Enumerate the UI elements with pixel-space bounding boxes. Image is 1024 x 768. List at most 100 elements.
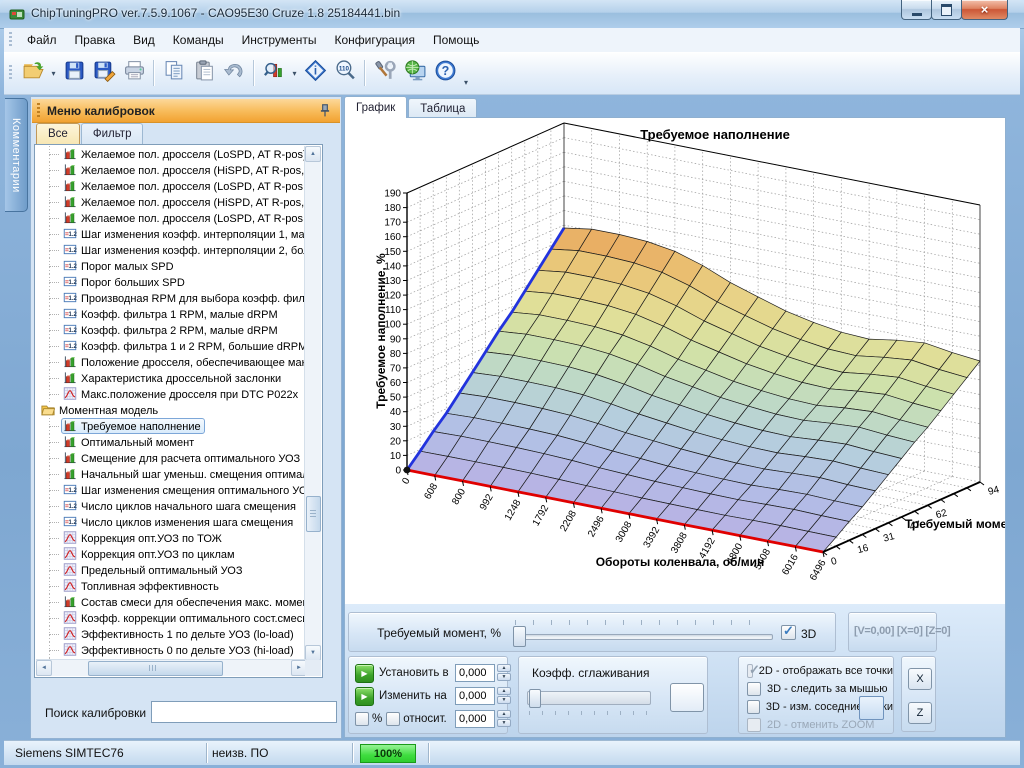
- menu-tools[interactable]: Инструменты: [233, 29, 326, 51]
- set-value-button[interactable]: ▶: [355, 664, 374, 683]
- tree-item[interactable]: =1.2Коэфф. фильтра 2 RPM, малые dRPM: [36, 322, 306, 338]
- tree-item[interactable]: =1.2Шаг изменения коэфф. интерполяции 1,…: [36, 226, 306, 242]
- menu-view[interactable]: Вид: [124, 29, 164, 51]
- tree-item[interactable]: =1.2Число циклов начального шага смещени…: [36, 498, 306, 514]
- tree-item[interactable]: =1.2Шаг изменения коэфф. интерполяции 2,…: [36, 242, 306, 258]
- tree-item[interactable]: Топливная эффективность: [36, 578, 306, 594]
- spin-up-icon[interactable]: ▲: [497, 710, 511, 718]
- comments-vertical-tab[interactable]: Комментарии: [5, 98, 28, 212]
- spin-up-icon[interactable]: ▲: [497, 687, 511, 695]
- surface-mesh[interactable]: [407, 228, 980, 552]
- view-option-checkbox-2[interactable]: [747, 700, 760, 714]
- smoothing-slider[interactable]: [527, 689, 651, 723]
- tree-item[interactable]: Желаемое пол. дросселя (HiSPD, AT R-pos,…: [36, 194, 306, 210]
- 3d-surface-plot[interactable]: 0102030405060708090100110120130140150160…: [345, 119, 1005, 603]
- axis-z-button[interactable]: Z: [908, 702, 932, 724]
- spin-down-icon[interactable]: ▼: [497, 696, 511, 704]
- maximize-button[interactable]: [931, 0, 962, 20]
- menu-file[interactable]: Файл: [18, 29, 66, 51]
- torque-slider[interactable]: [511, 618, 775, 648]
- toolbar-tools-button[interactable]: [370, 58, 400, 88]
- menu-grip[interactable]: [9, 32, 12, 48]
- toolbar-info-button[interactable]: i: [300, 58, 330, 88]
- tree-item[interactable]: Желаемое пол. дросселя (LoSPD, AT R-pos,…: [36, 178, 306, 194]
- toolbar-overflow-icon[interactable]: ▾: [460, 57, 472, 90]
- toolbar-copy-button[interactable]: [159, 58, 189, 88]
- tree-item[interactable]: Характеристика дроссельной заслонки: [36, 370, 306, 386]
- toolbar-chartview-button[interactable]: [259, 58, 289, 88]
- tree-item[interactable]: Эффективность 0 по дельте УОЗ (hi-load): [36, 642, 306, 658]
- tree-item[interactable]: =1.2Коэфф. фильтра 1 и 2 RPM, большие dR…: [36, 338, 306, 354]
- search-input[interactable]: [151, 701, 337, 723]
- torque-slider-thumb[interactable]: [513, 626, 526, 647]
- title-bar[interactable]: ChipTuningPRO ver.7.5.9.1067 - CAO95E30 …: [0, 0, 1024, 29]
- pin-icon[interactable]: [318, 103, 332, 117]
- smoothing-track[interactable]: [527, 691, 651, 705]
- tree-item[interactable]: =1.2Коэфф. фильтра 1 RPM, малые dRPM: [36, 306, 306, 322]
- 3d-checkbox[interactable]: [781, 625, 796, 640]
- set-value-field[interactable]: 0,000: [455, 664, 495, 682]
- tree-item[interactable]: =1.2Производная RPM для выбора коэфф. фи…: [36, 290, 306, 306]
- axis-x-button[interactable]: X: [908, 668, 932, 690]
- spin-down-icon[interactable]: ▼: [497, 719, 511, 727]
- tree-item[interactable]: Желаемое пол. дросселя (LoSPD, AT R-pos,…: [36, 210, 306, 226]
- tree-item[interactable]: =1.2Порог больших SPD: [36, 274, 306, 290]
- tree-item[interactable]: =1.2Порог малых SPD: [36, 258, 306, 274]
- toolbar-save-button[interactable]: [59, 58, 89, 88]
- tree-item[interactable]: Предельный оптимальный УОЗ: [36, 562, 306, 578]
- spin-up-icon[interactable]: ▲: [497, 664, 511, 672]
- scroll-up-button[interactable]: ▲: [305, 146, 321, 162]
- toolbar-open-button[interactable]: [18, 58, 48, 88]
- vertical-scrollbar-thumb[interactable]: [306, 496, 321, 532]
- main-tab-graph[interactable]: График: [344, 96, 407, 118]
- menu-configuration[interactable]: Конфигурация: [325, 29, 424, 51]
- smoothing-apply-button[interactable]: [670, 683, 704, 712]
- tree-item[interactable]: =1.2Число циклов изменения шага смещения: [36, 514, 306, 530]
- tree-item[interactable]: Состав смеси для обеспечения макс. момен…: [36, 594, 306, 610]
- toolbar-paste-button[interactable]: [189, 58, 219, 88]
- tree-item[interactable]: Коррекция опт.УОЗ по ТОЖ: [36, 530, 306, 546]
- change-value-button[interactable]: ▶: [355, 687, 374, 706]
- tree-item[interactable]: Макс.положение дросселя при DTC P022x: [36, 386, 306, 402]
- sidebar-tab-filter[interactable]: Фильтр: [81, 123, 144, 144]
- tree-item[interactable]: Эффективность 1 по дельте УОЗ (lo-load): [36, 626, 306, 642]
- toolbar-undo-button[interactable]: [219, 58, 249, 88]
- tree-item[interactable]: Оптимальный момент: [36, 434, 306, 450]
- toolbar-help-button[interactable]: ?: [430, 58, 460, 88]
- toolbar-grip[interactable]: [9, 65, 12, 81]
- tree-item[interactable]: Коррекция опт.УОЗ по циклам: [36, 546, 306, 562]
- set-value-spinner[interactable]: 0,000 ▲▼: [455, 664, 511, 684]
- relative-spinner[interactable]: 0,000 ▲▼: [455, 710, 511, 730]
- toolbar-zoom110-button[interactable]: 110: [330, 58, 360, 88]
- sidebar-header[interactable]: Меню калибровок: [32, 99, 340, 123]
- minimize-button[interactable]: [901, 0, 932, 20]
- close-button[interactable]: ×: [961, 0, 1008, 20]
- tree-horizontal-scrollbar[interactable]: ◄ ►: [36, 659, 307, 676]
- sidebar-tab-all[interactable]: Все: [36, 123, 80, 144]
- tree-item[interactable]: Смещение для расчета оптимального УОЗ: [36, 450, 306, 466]
- toolbar-open-dropdown-icon[interactable]: ▾: [48, 69, 59, 78]
- smoothing-thumb[interactable]: [529, 689, 541, 708]
- scroll-left-button[interactable]: ◄: [36, 660, 52, 676]
- scroll-down-button[interactable]: ▼: [305, 645, 321, 661]
- tree-item[interactable]: Моментная модель: [36, 402, 306, 418]
- tree-item[interactable]: Желаемое пол. дросселя (HiSPD, AT R-pos,…: [36, 162, 306, 178]
- tree-item[interactable]: Начальный шаг уменьш. смещения оптимальн: [36, 466, 306, 482]
- menu-help[interactable]: Помощь: [424, 29, 488, 51]
- tree-item[interactable]: Положение дросселя, обеспечивающее макс.…: [36, 354, 306, 370]
- menu-commands[interactable]: Команды: [164, 29, 233, 51]
- chart-area[interactable]: 0102030405060708090100110120130140150160…: [345, 119, 1005, 603]
- toolbar-web-button[interactable]: [400, 58, 430, 88]
- spin-down-icon[interactable]: ▼: [497, 673, 511, 681]
- toolbar-print-button[interactable]: [119, 58, 149, 88]
- tree-item[interactable]: Желаемое пол. дросселя (LoSPD, AT R-pos): [36, 146, 306, 162]
- change-value-field[interactable]: 0,000: [455, 687, 495, 705]
- toolbar-chartview-dropdown-icon[interactable]: ▾: [289, 69, 300, 78]
- toolbar-saveas-button[interactable]: [89, 58, 119, 88]
- relative-field[interactable]: 0,000: [455, 710, 495, 728]
- menu-edit[interactable]: Правка: [66, 29, 125, 51]
- tree-item[interactable]: =1.2Шаг изменения смещения оптимального …: [36, 482, 306, 498]
- relative-checkbox[interactable]: [386, 712, 400, 726]
- tree-item[interactable]: Коэфф. коррекции оптимального сост.смеси…: [36, 610, 306, 626]
- tree-vertical-scrollbar[interactable]: ▲ ▼: [304, 146, 321, 661]
